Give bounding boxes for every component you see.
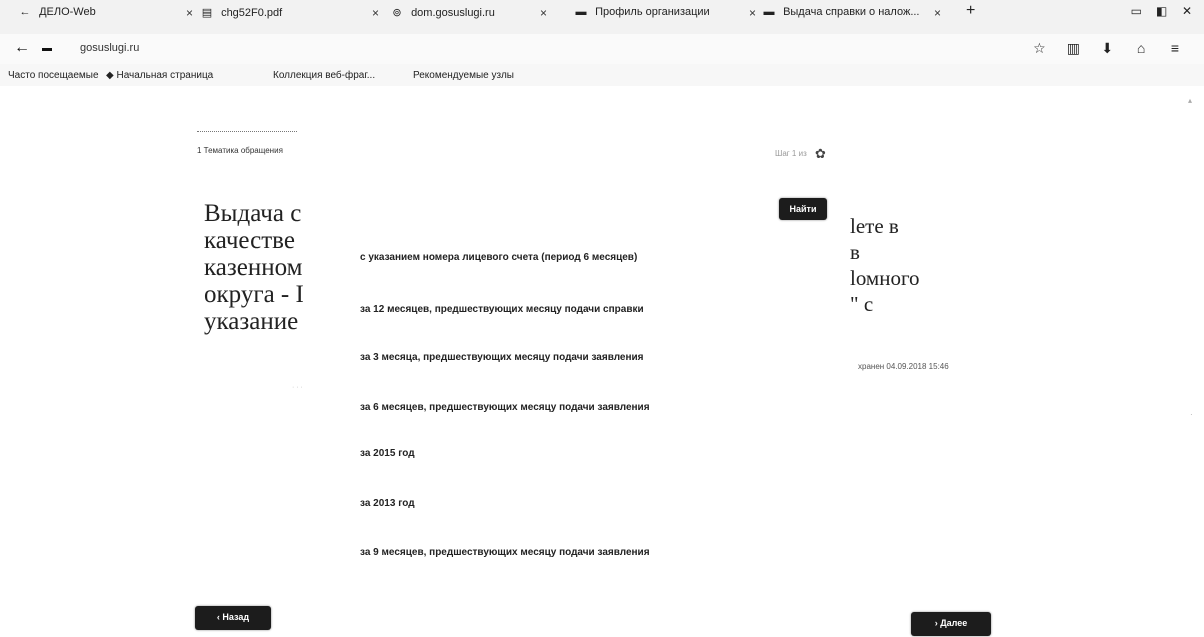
address-bar[interactable]: gosuslugi.ru	[80, 42, 139, 54]
tab-close-icon[interactable]: ×	[186, 6, 193, 20]
scrollbar-up-icon[interactable]: ▴	[1188, 96, 1192, 105]
home-icon[interactable]: ⌂	[1126, 40, 1156, 56]
title-line: в	[850, 240, 860, 264]
saved-timestamp: хранен 04.09.2018 15:46	[858, 362, 949, 371]
bookmark-recommended[interactable]: Рекомендуемые узлы	[413, 70, 514, 81]
step-divider	[197, 131, 297, 132]
step-indicator-text: Шаг 1 из	[775, 149, 807, 159]
tab-title: chg52F0.pdf	[221, 7, 283, 19]
close-window-icon[interactable]: ✕	[1176, 4, 1198, 18]
browser-nav-bar: ← ▬ gosuslugi.ru ☆ ▥ ⬇ ⌂ ≡	[0, 34, 1204, 64]
back-button[interactable]: ‹ Назад	[195, 606, 271, 630]
minimize-icon[interactable]: ▭	[1125, 4, 1147, 18]
service-title-right: lете в в lомного " с	[850, 213, 1050, 317]
download-icon[interactable]: ⬇	[1092, 40, 1122, 57]
title-line: " с	[850, 292, 874, 316]
bookmark-web-collection[interactable]: Коллекция веб-фраг...	[273, 70, 375, 81]
find-button[interactable]: Найти	[779, 198, 827, 220]
restore-icon[interactable]: ◧	[1151, 4, 1173, 18]
tab-close-icon[interactable]: ×	[540, 6, 547, 20]
tab-title: ДЕЛО-Web	[39, 6, 96, 18]
tab-close-icon[interactable]: ×	[372, 6, 379, 20]
dropdown-option[interactable]: за 2015 год	[360, 448, 415, 459]
title-line: качестве	[204, 227, 295, 254]
dropdown-option[interactable]: за 3 месяца, предшествующих месяцу подач…	[360, 352, 644, 363]
site-identity-icon[interactable]: ▬	[42, 43, 52, 54]
star-icon[interactable]: ☆	[1024, 40, 1054, 57]
period-dropdown-list: с указанием номера лицевого счета (перио…	[338, 232, 836, 584]
tab-title: dom.gosuslugi.ru	[411, 7, 495, 19]
tab-spravka[interactable]: ▬ Выдача справки о налож... ×	[762, 6, 942, 28]
title-line: lомного	[850, 266, 920, 290]
site-icon: ▬	[763, 6, 775, 18]
scroll-mark: ·	[1190, 410, 1193, 419]
title-line: указание	[204, 308, 299, 335]
window-controls: ▭ ◧ ✕	[1125, 4, 1198, 18]
faint-mark: · · ·	[292, 384, 303, 391]
tab-org-profile[interactable]: ▬ Профиль организации ×	[574, 6, 757, 28]
bookmarks-bar: Часто посещаемые ◆ Начальная страница Ко…	[0, 64, 1204, 86]
tab-pdf[interactable]: ▤ chg52F0.pdf ×	[200, 6, 379, 28]
title-line: казенном	[204, 254, 303, 281]
back-arrow-icon: ←	[19, 6, 31, 18]
dropdown-option[interactable]: за 9 месяцев, предшествующих месяцу пода…	[360, 547, 650, 558]
dropdown-option[interactable]: за 12 месяцев, предшествующих месяцу под…	[360, 304, 644, 315]
site-icon: ▬	[575, 6, 587, 18]
toolbar-icons: ☆ ▥ ⬇ ⌂ ≡	[1024, 40, 1190, 57]
bookmark-start-page[interactable]: ◆ Начальная страница	[106, 70, 213, 81]
tab-dom-gosuslugi[interactable]: ⊚ dom.gosuslugi.ru ×	[390, 6, 547, 28]
menu-icon[interactable]: ≡	[1160, 40, 1190, 56]
title-line: Выдача с	[204, 200, 302, 227]
site-icon: ⊚	[392, 7, 402, 19]
dropdown-option[interactable]: за 6 месяцев, предшествующих месяцу пода…	[360, 402, 650, 413]
dropdown-option[interactable]: за 2013 год	[360, 498, 415, 509]
tab-title: Выдача справки о налож...	[783, 6, 920, 18]
library-icon[interactable]: ▥	[1058, 40, 1088, 57]
back-icon[interactable]: ←	[14, 39, 30, 57]
next-button[interactable]: › Далее	[911, 612, 991, 636]
browser-tab-bar: ← ДЕЛО-Web × ▤ chg52F0.pdf × ⊚ dom.gosus…	[0, 0, 1204, 34]
title-line: lете в	[850, 214, 899, 238]
tab-delo-web[interactable]: ← ДЕЛО-Web ×	[18, 6, 194, 28]
bookmark-frequent[interactable]: Часто посещаемые	[8, 70, 99, 81]
new-tab-button[interactable]: +	[966, 2, 975, 24]
tab-close-icon[interactable]: ×	[934, 6, 941, 20]
file-icon: ▤	[201, 7, 213, 19]
step-label: 1 Тематика обращения	[197, 146, 283, 155]
home-page-icon: ◆	[106, 70, 117, 81]
step-indicator: Шаг 1 из ✿	[775, 146, 832, 162]
gear-icon[interactable]: ✿	[815, 146, 826, 161]
title-line: округа - I	[204, 281, 304, 308]
tab-close-icon[interactable]: ×	[749, 6, 756, 20]
dropdown-option[interactable]: с указанием номера лицевого счета (перио…	[360, 252, 637, 263]
tab-title: Профиль организации	[595, 6, 710, 18]
service-title-left: Выдача с качестве казенном округа - I ук…	[204, 200, 354, 335]
